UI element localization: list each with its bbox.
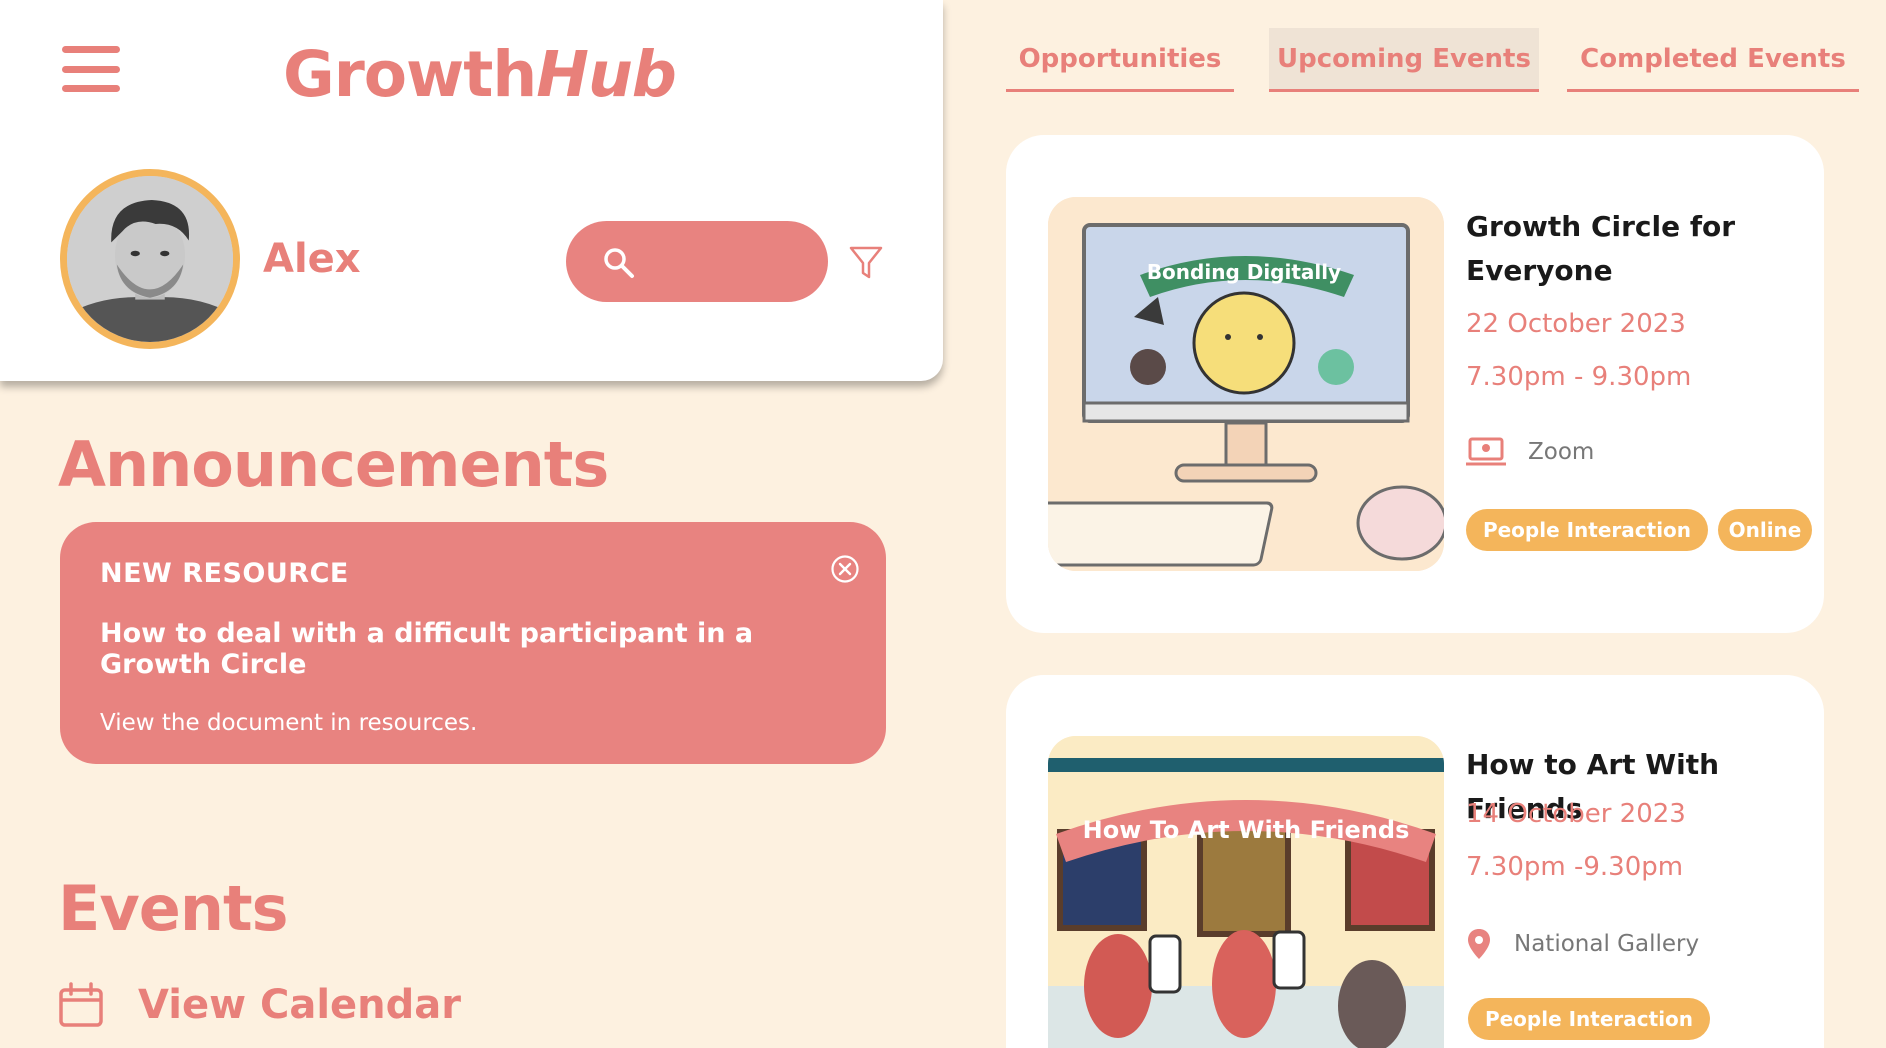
- announcement-card[interactable]: NEW RESOURCE How to deal with a difficul…: [60, 522, 886, 764]
- event-date: 14 October 2023: [1466, 799, 1686, 829]
- map-pin-icon: [1468, 929, 1490, 959]
- event-card[interactable]: Bonding Digitally Growth Circle for Ever…: [1006, 135, 1824, 633]
- calendar-icon: [59, 982, 103, 1027]
- search-input[interactable]: [648, 239, 808, 283]
- events-title: Events: [58, 872, 288, 945]
- event-location: National Gallery: [1466, 927, 1699, 961]
- event-banner-text: Bonding Digitally: [1147, 260, 1341, 284]
- close-icon[interactable]: [830, 554, 860, 584]
- filter-icon[interactable]: [848, 244, 884, 282]
- event-image: Bonding Digitally: [1048, 197, 1444, 571]
- announcement-body: View the document in resources.: [100, 710, 478, 736]
- view-calendar-label: View Calendar: [138, 982, 461, 1028]
- announcement-heading: How to deal with a difficult participant…: [100, 618, 754, 680]
- tag-pill[interactable]: Online: [1718, 509, 1812, 551]
- announcements-title: Announcements: [58, 428, 609, 501]
- event-time: 7.30pm -9.30pm: [1466, 852, 1684, 882]
- tag-pill[interactable]: People Interaction: [1468, 998, 1710, 1040]
- tab-upcoming-events[interactable]: Upcoming Events: [1269, 28, 1539, 92]
- user-name: Alex: [263, 236, 361, 282]
- hamburger-menu-icon[interactable]: [62, 46, 120, 92]
- avatar[interactable]: [60, 169, 240, 349]
- tag-pill[interactable]: People Interaction: [1466, 509, 1708, 551]
- search-bar[interactable]: [566, 221, 828, 302]
- event-location: Zoom: [1466, 437, 1594, 467]
- event-banner-text: How To Art With Friends: [1083, 816, 1410, 844]
- announcement-kicker: NEW RESOURCE: [100, 558, 349, 589]
- laptop-icon: [1466, 437, 1506, 466]
- event-card[interactable]: How To Art With Friends How to Art With …: [1006, 675, 1824, 1048]
- search-icon: [604, 248, 634, 278]
- event-date: 22 October 2023: [1466, 309, 1686, 339]
- header-card: GrowthHub Alex: [0, 0, 943, 381]
- tab-opportunities[interactable]: Opportunities: [1006, 28, 1234, 92]
- brand-text-main: Growth: [283, 38, 537, 111]
- event-image: How To Art With Friends: [1048, 736, 1444, 1048]
- event-location-label: National Gallery: [1514, 931, 1700, 957]
- event-title[interactable]: Growth Circle for Everyone: [1466, 205, 1806, 293]
- tab-completed-events[interactable]: Completed Events: [1567, 28, 1859, 92]
- brand-text-italic: Hub: [536, 38, 677, 111]
- event-illustration-computer: Bonding Digitally: [1048, 197, 1444, 571]
- event-illustration-gallery: How To Art With Friends: [1048, 736, 1444, 1048]
- user-photo: [67, 176, 233, 342]
- event-location-label: Zoom: [1528, 439, 1595, 465]
- event-time: 7.30pm - 9.30pm: [1466, 362, 1692, 392]
- view-calendar-link[interactable]: View Calendar: [58, 982, 461, 1028]
- app-logo: GrowthHub: [283, 38, 677, 111]
